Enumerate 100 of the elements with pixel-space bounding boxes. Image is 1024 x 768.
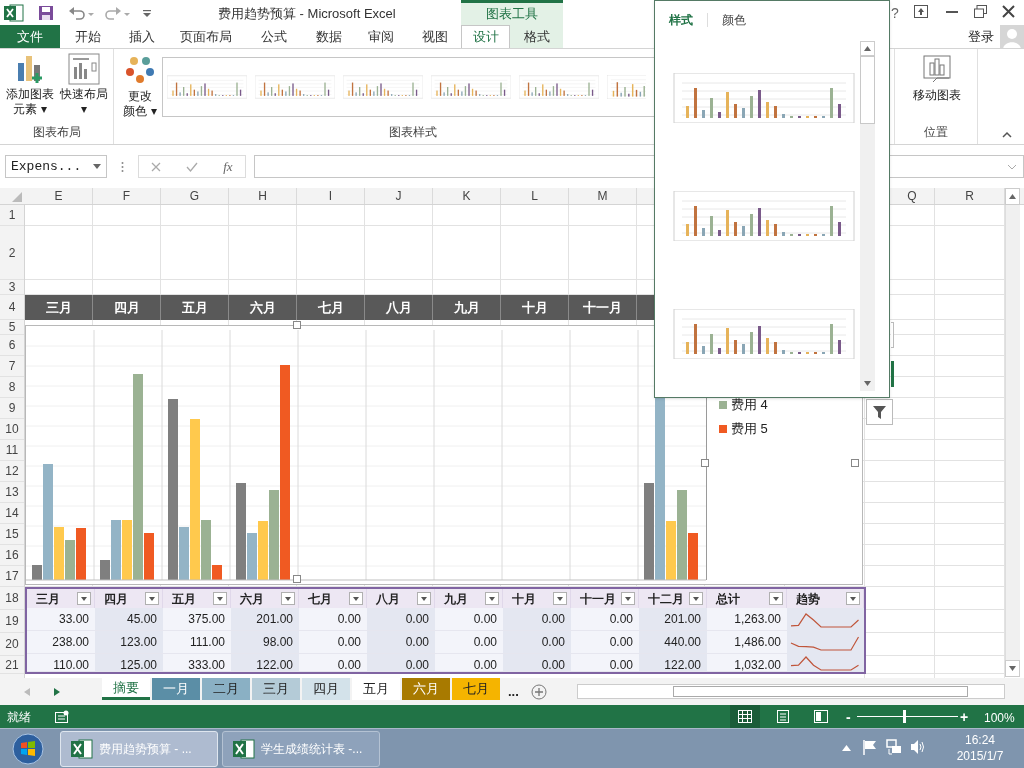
column-header[interactable]: J [365, 188, 433, 204]
sheet-tab[interactable]: 五月 [352, 678, 400, 700]
start-button-icon[interactable] [12, 732, 44, 765]
name-box[interactable]: Expens... [5, 155, 107, 178]
ribbon-tab[interactable]: 公式 [244, 25, 304, 48]
scrollbar-thumb[interactable] [672, 686, 968, 697]
save-icon[interactable] [38, 4, 54, 21]
chart-elements-button[interactable] [891, 322, 894, 348]
sheet-tab[interactable]: 四月 [302, 678, 350, 700]
row-header[interactable]: 17 [0, 566, 24, 587]
cancel-icon[interactable] [151, 161, 162, 172]
chart-style-thumbnail[interactable] [167, 75, 247, 99]
restore-icon[interactable] [974, 5, 987, 18]
chart-styles-gallery[interactable] [162, 57, 654, 117]
filter-dropdown-icon[interactable] [417, 592, 431, 605]
column-header[interactable]: I [297, 188, 365, 204]
minimize-icon[interactable] [946, 11, 958, 14]
chart-style-thumbnail[interactable] [343, 75, 423, 99]
undo-icon[interactable] [68, 4, 96, 21]
sign-in-link[interactable]: 登录 [968, 27, 994, 47]
row-header[interactable]: 6 [0, 335, 24, 356]
resize-handle[interactable] [701, 459, 709, 467]
next-sheet-icon[interactable] [54, 687, 60, 696]
sheet-tab[interactable]: 七月 [452, 678, 500, 700]
insert-function-button[interactable]: fx [223, 156, 233, 177]
scroll-down-icon[interactable] [1005, 660, 1020, 677]
row-header[interactable]: 19 [0, 610, 24, 633]
network-icon[interactable] [886, 739, 902, 756]
chart-style-thumbnail[interactable] [519, 75, 599, 99]
zoom-in-button[interactable]: + [960, 707, 969, 728]
filter-dropdown-icon[interactable] [349, 592, 363, 605]
enter-icon[interactable] [186, 161, 199, 172]
row-header[interactable]: 3 [0, 280, 24, 295]
row-header[interactable]: 16 [0, 545, 24, 566]
row-header[interactable]: 2 [0, 226, 24, 280]
sheet-tab[interactable]: 二月 [202, 678, 250, 700]
chart-filters-button[interactable] [866, 399, 893, 425]
column-header[interactable]: M [569, 188, 637, 204]
expand-icon[interactable] [1007, 163, 1017, 170]
row-header[interactable]: 4 [0, 295, 24, 320]
ribbon-tab[interactable]: 格式 [510, 25, 563, 48]
ribbon-tab[interactable]: 文件 [0, 25, 60, 48]
row-header[interactable]: 10 [0, 419, 24, 440]
show-hidden-icons-icon[interactable] [842, 745, 851, 751]
zoom-out-button[interactable]: - [846, 707, 851, 728]
quick-layout-button[interactable]: 快速布局 ▾ [57, 53, 111, 123]
resize-handle[interactable] [851, 459, 859, 467]
slider-thumb[interactable] [903, 710, 907, 723]
ribbon-tab[interactable]: 开始 [60, 25, 116, 48]
resize-handle[interactable] [293, 321, 301, 329]
zoom-level[interactable]: 100% [984, 709, 1015, 727]
previous-sheet-icon[interactable] [24, 687, 30, 696]
sheet-tab[interactable]: 摘要 [102, 678, 150, 700]
chart-style-thumbnail[interactable] [431, 75, 511, 99]
vertical-scrollbar[interactable] [1005, 205, 1020, 660]
column-header[interactable]: K [433, 188, 501, 204]
chart-style-thumbnail[interactable] [255, 75, 335, 99]
volume-icon[interactable] [910, 739, 926, 755]
sheet-tab[interactable]: 三月 [252, 678, 300, 700]
filter-dropdown-icon[interactable] [769, 592, 783, 605]
more-sheets-button[interactable]: ... [508, 681, 519, 702]
chart-style-thumbnail[interactable] [607, 75, 646, 99]
column-header[interactable]: E [25, 188, 93, 204]
row-header[interactable]: 15 [0, 524, 24, 545]
column-header[interactable]: L [501, 188, 569, 204]
ribbon-tab[interactable]: 视图 [408, 25, 461, 48]
normal-view-icon[interactable] [730, 705, 760, 728]
row-header[interactable]: 18 [0, 587, 24, 610]
zoom-slider[interactable] [857, 710, 958, 723]
chart-style-thumbnail[interactable] [673, 73, 855, 123]
close-icon[interactable] [1002, 5, 1015, 18]
flag-icon[interactable] [862, 739, 878, 756]
pane-scrollbar[interactable] [860, 41, 875, 391]
row-header[interactable]: 8 [0, 377, 24, 398]
filter-dropdown-icon[interactable] [145, 592, 159, 605]
collapse-ribbon-icon[interactable] [1002, 131, 1012, 138]
filter-dropdown-icon[interactable] [621, 592, 635, 605]
column-header[interactable]: G [161, 188, 229, 204]
ribbon-tab[interactable]: 数据 [304, 25, 354, 48]
pane-tab[interactable]: 颜色 [720, 11, 748, 29]
add-sheet-icon[interactable] [530, 683, 547, 700]
row-header[interactable]: 12 [0, 461, 24, 482]
row-header[interactable]: 9 [0, 398, 24, 419]
excel-icon[interactable] [4, 3, 24, 22]
horizontal-scrollbar[interactable] [576, 684, 1005, 699]
row-header[interactable]: 7 [0, 356, 24, 377]
filter-dropdown-icon[interactable] [485, 592, 499, 605]
ribbon-tab[interactable]: 插入 [116, 25, 168, 48]
help-button[interactable]: ? [891, 3, 899, 24]
filter-dropdown-icon[interactable] [689, 592, 703, 605]
scrollbar-thumb[interactable] [860, 56, 875, 124]
sheet-tab[interactable]: 六月 [402, 678, 450, 700]
redo-icon[interactable] [104, 4, 132, 21]
customize-toolbar-icon[interactable] [142, 7, 152, 18]
ribbon-display-icon[interactable] [914, 5, 928, 18]
pane-tab[interactable]: 样式 [667, 11, 695, 29]
ribbon-tab[interactable]: 设计 [461, 25, 510, 48]
scroll-up-icon[interactable] [860, 41, 875, 56]
filter-dropdown-icon[interactable] [846, 592, 860, 605]
filter-dropdown-icon[interactable] [77, 592, 91, 605]
